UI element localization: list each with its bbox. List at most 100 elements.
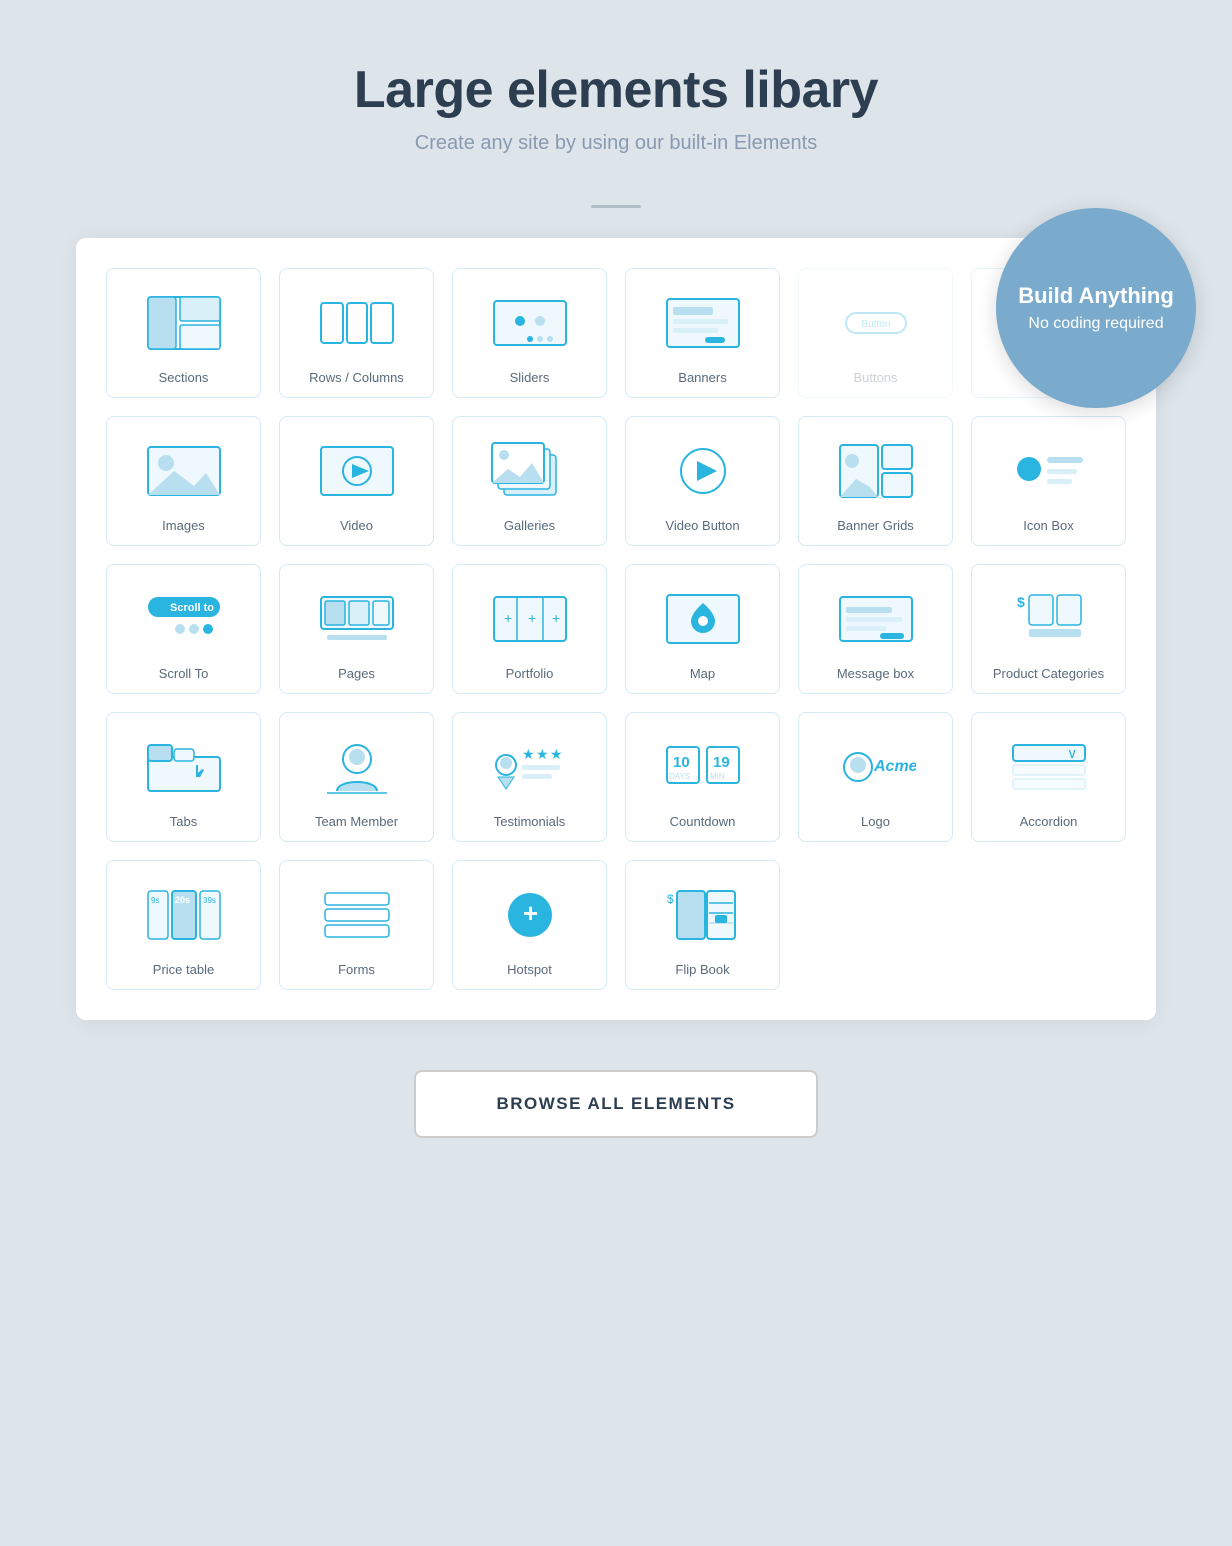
- svg-text:39s: 39s: [203, 896, 216, 905]
- buttons-icon: Button: [809, 285, 942, 360]
- galleries-icon: [463, 433, 596, 508]
- team-member-label: Team Member: [315, 814, 398, 829]
- element-card-rows-columns[interactable]: Rows / Columns: [279, 268, 434, 398]
- svg-text:∨: ∨: [1067, 745, 1077, 761]
- rows-columns-label: Rows / Columns: [309, 370, 404, 385]
- message-box-icon: [809, 581, 942, 656]
- element-card-map[interactable]: Map: [625, 564, 780, 694]
- element-card-price-table[interactable]: 9s 20s 39s Price table: [106, 860, 261, 990]
- build-title: Build Anything: [1018, 283, 1174, 309]
- sliders-icon: [463, 285, 596, 360]
- element-card-tabs[interactable]: Tabs: [106, 712, 261, 842]
- tabs-icon: [117, 729, 250, 804]
- sections-label: Sections: [159, 370, 209, 385]
- galleries-label: Galleries: [504, 518, 555, 533]
- product-categories-icon: $: [982, 581, 1115, 656]
- map-icon: [636, 581, 769, 656]
- svg-text:Button: Button: [861, 319, 890, 330]
- element-card-buttons[interactable]: Button Buttons: [798, 268, 953, 398]
- svg-text:$: $: [1017, 594, 1025, 610]
- hotspot-label: Hotspot: [507, 962, 552, 977]
- testimonials-icon: ★ ★ ★: [463, 729, 596, 804]
- images-icon: [117, 433, 250, 508]
- images-label: Images: [162, 518, 205, 533]
- page-subtitle: Create any site by using our built-in El…: [354, 132, 878, 155]
- banner-grids-label: Banner Grids: [837, 518, 914, 533]
- price-table-icon: 9s 20s 39s: [117, 877, 250, 952]
- forms-icon: [290, 877, 423, 952]
- svg-text:9s: 9s: [151, 896, 159, 905]
- element-card-team-member[interactable]: Team Member: [279, 712, 434, 842]
- pages-icon: [290, 581, 423, 656]
- svg-text:★: ★: [550, 746, 563, 762]
- video-label: Video: [340, 518, 373, 533]
- map-label: Map: [690, 666, 715, 681]
- icon-box-label: Icon Box: [1023, 518, 1074, 533]
- elements-grid-container: Build Anything No coding required Sectio…: [76, 238, 1156, 1020]
- element-card-logo[interactable]: Acme Logo: [798, 712, 953, 842]
- svg-text:Acme: Acme: [873, 758, 916, 775]
- element-card-video[interactable]: Video: [279, 416, 434, 546]
- forms-label: Forms: [338, 962, 375, 977]
- svg-text:+: +: [523, 898, 538, 928]
- svg-text:+: +: [504, 610, 512, 626]
- portfolio-icon: + + +: [463, 581, 596, 656]
- pages-label: Pages: [338, 666, 375, 681]
- element-card-sliders[interactable]: Sliders: [452, 268, 607, 398]
- banners-icon: [636, 285, 769, 360]
- element-card-banners[interactable]: Banners: [625, 268, 780, 398]
- browse-all-button[interactable]: BROWSE ALL ELEMENTS: [414, 1070, 817, 1138]
- svg-text:Scroll to: Scroll to: [170, 602, 214, 614]
- team-member-icon: [290, 729, 423, 804]
- element-card-flip-book[interactable]: $ Flip Book: [625, 860, 780, 990]
- svg-text:20s: 20s: [175, 895, 190, 905]
- sliders-label: Sliders: [510, 370, 550, 385]
- price-table-label: Price table: [153, 962, 214, 977]
- element-card-accordion[interactable]: ∨ Accordion: [971, 712, 1126, 842]
- svg-text:+: +: [528, 610, 536, 626]
- accordion-icon: ∨: [982, 729, 1115, 804]
- element-card-portfolio[interactable]: + + + Portfolio: [452, 564, 607, 694]
- build-subtitle: No coding required: [1028, 315, 1163, 333]
- build-anything-badge: Build Anything No coding required: [996, 208, 1196, 408]
- rows-columns-icon: [290, 285, 423, 360]
- video-button-icon: [636, 433, 769, 508]
- banners-label: Banners: [678, 370, 726, 385]
- element-card-forms[interactable]: Forms: [279, 860, 434, 990]
- accordion-label: Accordion: [1020, 814, 1078, 829]
- scroll-to-label: Scroll To: [159, 666, 209, 681]
- sections-icon: [117, 285, 250, 360]
- testimonials-label: Testimonials: [494, 814, 566, 829]
- element-card-sections[interactable]: Sections: [106, 268, 261, 398]
- countdown-label: Countdown: [670, 814, 736, 829]
- element-card-message-box[interactable]: Message box: [798, 564, 953, 694]
- svg-text:10: 10: [673, 754, 690, 771]
- svg-text:$: $: [667, 892, 674, 906]
- svg-text:+: +: [552, 610, 560, 626]
- logo-icon: Acme: [809, 729, 942, 804]
- svg-text:★: ★: [536, 746, 549, 762]
- element-card-galleries[interactable]: Galleries: [452, 416, 607, 546]
- element-card-icon-box[interactable]: Icon Box: [971, 416, 1126, 546]
- message-box-label: Message box: [837, 666, 914, 681]
- element-card-product-categories[interactable]: $ Product Categories: [971, 564, 1126, 694]
- logo-label: Logo: [861, 814, 890, 829]
- svg-text:MIN: MIN: [710, 772, 725, 781]
- element-card-pages[interactable]: Pages: [279, 564, 434, 694]
- svg-text:★: ★: [522, 746, 535, 762]
- element-card-video-button[interactable]: Video Button: [625, 416, 780, 546]
- element-card-countdown[interactable]: 10 DAYS 19 MIN Countdown: [625, 712, 780, 842]
- element-card-hotspot[interactable]: + Hotspot: [452, 860, 607, 990]
- flip-book-icon: $: [636, 877, 769, 952]
- element-card-images[interactable]: Images: [106, 416, 261, 546]
- element-card-testimonials[interactable]: ★ ★ ★ Testimonials: [452, 712, 607, 842]
- video-icon: [290, 433, 423, 508]
- countdown-icon: 10 DAYS 19 MIN: [636, 729, 769, 804]
- page-header: Large elements libary Create any site by…: [354, 60, 878, 155]
- page-title: Large elements libary: [354, 60, 878, 120]
- product-categories-label: Product Categories: [993, 666, 1104, 681]
- element-card-banner-grids[interactable]: Banner Grids: [798, 416, 953, 546]
- divider: [591, 205, 641, 208]
- scroll-to-icon: Scroll to: [117, 581, 250, 656]
- element-card-scroll-to[interactable]: Scroll to Scroll To: [106, 564, 261, 694]
